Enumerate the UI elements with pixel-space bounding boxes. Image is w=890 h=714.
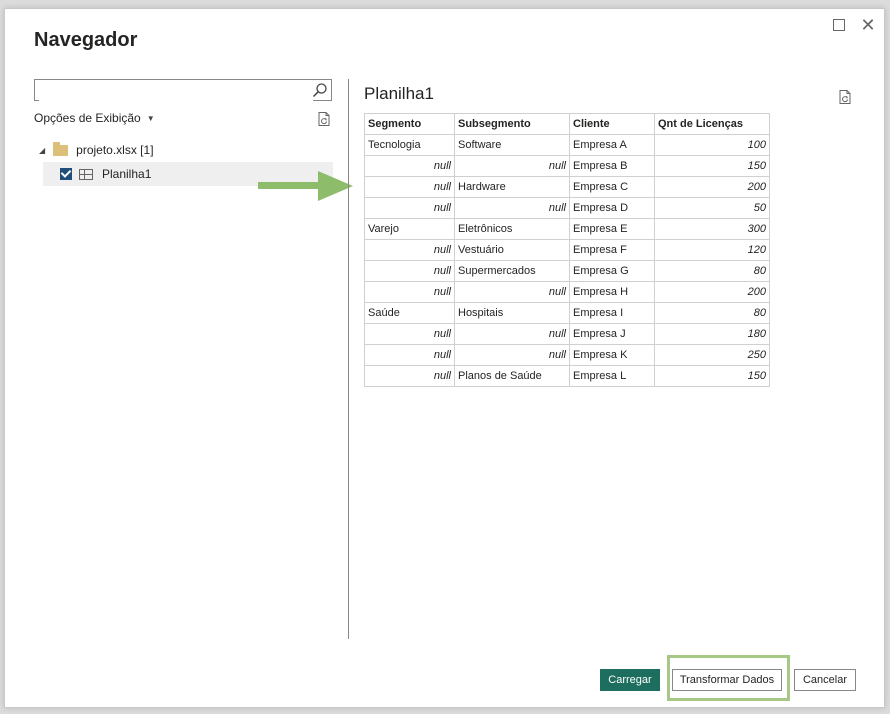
table-cell: Hardware	[454, 176, 570, 198]
transform-data-button[interactable]: Transformar Dados	[672, 669, 782, 691]
refresh-icon[interactable]	[316, 111, 332, 127]
table-row: null null Empresa H 200	[364, 281, 770, 303]
table-cell: 300	[654, 218, 770, 240]
table-cell: null	[364, 281, 455, 303]
table-cell: 100	[654, 134, 770, 156]
table-cell: 150	[654, 155, 770, 177]
table-cell: Vestuário	[454, 239, 570, 261]
column-header: Cliente	[569, 113, 655, 135]
close-icon[interactable]: ✕	[858, 15, 878, 35]
table-cell: Tecnologia	[364, 134, 455, 156]
table-cell: Supermercados	[454, 260, 570, 282]
sheet-checkbox[interactable]	[60, 168, 72, 180]
table-cell: Planos de Saúde	[454, 365, 570, 387]
table-cell: null	[364, 239, 455, 261]
table-cell: 50	[654, 197, 770, 219]
column-header: Subsegmento	[454, 113, 570, 135]
table-cell: null	[364, 365, 455, 387]
folder-icon	[53, 141, 69, 156]
table-row: null null Empresa K 250	[364, 344, 770, 366]
load-button[interactable]: Carregar	[600, 669, 660, 691]
column-header: Qnt de Licenças	[654, 113, 770, 135]
display-options-label: Opções de Exibição	[34, 111, 141, 125]
table-row: null null Empresa D 50	[364, 197, 770, 219]
table-row: null Hardware Empresa C 200	[364, 176, 770, 198]
table-cell: null	[364, 197, 455, 219]
table-cell: Empresa L	[569, 365, 655, 387]
table-cell: Empresa J	[569, 323, 655, 345]
search-input[interactable]	[39, 81, 313, 101]
search-field[interactable]	[34, 79, 332, 101]
table-cell: Eletrônicos	[454, 218, 570, 240]
table-cell: Software	[454, 134, 570, 156]
table-cell: 80	[654, 260, 770, 282]
expand-triangle-icon[interactable]: ◢	[39, 146, 45, 155]
table-body: Tecnologia Software Empresa A 100 null null Em…	[364, 134, 770, 387]
table-row: null Vestuário Empresa F 120	[364, 239, 770, 261]
tree-item-file[interactable]: ◢ projeto.xlsx [1]	[39, 141, 154, 159]
table-cell: 200	[654, 281, 770, 303]
table-icon	[79, 168, 93, 180]
table-cell: null	[454, 197, 570, 219]
table-row: null Planos de Saúde Empresa L 150	[364, 365, 770, 387]
table-cell: null	[454, 323, 570, 345]
table-header-row: Segmento Subsegmento Cliente Qnt de Lice…	[364, 113, 770, 135]
table-cell: Empresa C	[569, 176, 655, 198]
table-cell: null	[364, 323, 455, 345]
table-row: null Supermercados Empresa G 80	[364, 260, 770, 282]
table-row: null null Empresa B 150	[364, 155, 770, 177]
table-cell: Empresa K	[569, 344, 655, 366]
table-row: Varejo Eletrônicos Empresa E 300	[364, 218, 770, 240]
cancel-button[interactable]: Cancelar	[794, 669, 856, 691]
table-cell: null	[364, 176, 455, 198]
sheet-label: Planilha1	[102, 167, 152, 181]
table-cell: null	[364, 155, 455, 177]
table-row: Saúde Hospitais Empresa I 80	[364, 302, 770, 324]
table-cell: Empresa B	[569, 155, 655, 177]
search-icon[interactable]	[312, 82, 328, 98]
table-cell: 250	[654, 344, 770, 366]
file-label: projeto.xlsx [1]	[76, 143, 154, 157]
table-cell: Empresa H	[569, 281, 655, 303]
preview-title: Planilha1	[364, 84, 434, 103]
table-row: null null Empresa J 180	[364, 323, 770, 345]
table-cell: Varejo	[364, 218, 455, 240]
table-cell: null	[454, 155, 570, 177]
table-cell: null	[454, 281, 570, 303]
table-cell: null	[364, 260, 455, 282]
table-cell: Empresa I	[569, 302, 655, 324]
table-cell: 150	[654, 365, 770, 387]
table-cell: Empresa D	[569, 197, 655, 219]
preview-table: Segmento Subsegmento Cliente Qnt de Lice…	[364, 113, 770, 387]
dialog-title: Navegador	[34, 29, 138, 51]
navigator-dialog: ✕ Navegador Opções de Exibição ▼ ◢ projet…	[4, 8, 885, 708]
table-cell: 200	[654, 176, 770, 198]
table-cell: Empresa A	[569, 134, 655, 156]
table-cell: 180	[654, 323, 770, 345]
caret-down-icon: ▼	[146, 114, 155, 124]
table-cell: Empresa G	[569, 260, 655, 282]
panel-divider[interactable]	[348, 79, 349, 639]
display-options-dropdown[interactable]: Opções de Exibição ▼	[34, 111, 155, 125]
table-cell: null	[364, 344, 455, 366]
table-cell: 120	[654, 239, 770, 261]
table-cell: Saúde	[364, 302, 455, 324]
maximize-icon[interactable]	[829, 15, 849, 35]
column-header: Segmento	[364, 113, 455, 135]
table-cell: Empresa E	[569, 218, 655, 240]
table-row: Tecnologia Software Empresa A 100	[364, 134, 770, 156]
refresh-preview-icon[interactable]	[837, 89, 853, 105]
table-cell: null	[454, 344, 570, 366]
table-cell: Empresa F	[569, 239, 655, 261]
annotation-arrow-icon	[258, 171, 353, 201]
table-cell: Hospitais	[454, 302, 570, 324]
table-cell: 80	[654, 302, 770, 324]
